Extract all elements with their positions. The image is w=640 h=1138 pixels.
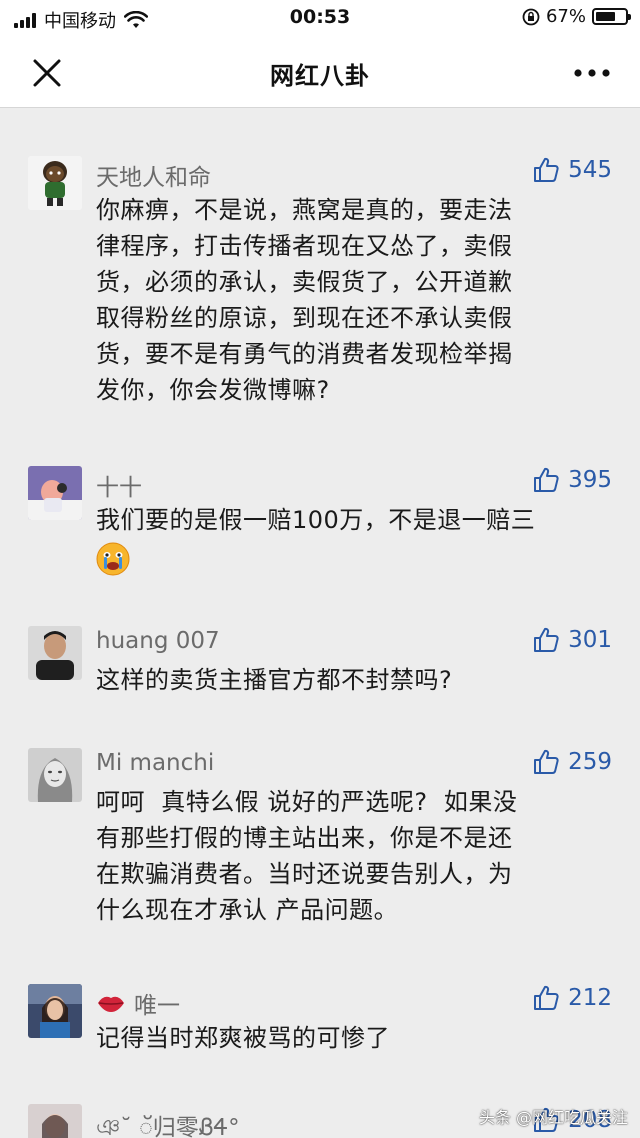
comment-text: 我们要的是假一赔100万，不是退一赔三 [96, 502, 616, 576]
like-count: 259 [568, 749, 612, 775]
comment-author[interactable]: 唯一 [96, 986, 180, 1020]
comment-line: 货，要不是有勇气的消费者发现检举揭 [96, 340, 513, 368]
comment-author[interactable]: huang 007 [96, 628, 220, 654]
comment-author[interactable]: Mi manchi [96, 750, 214, 776]
like-button[interactable]: 301 [532, 626, 612, 654]
comment-line: 我们要的是假一赔100万，不是退一赔三 [96, 506, 536, 534]
comment-text: 呵呵 真特么假 说好的严选呢? 如果没 有那些打假的博主站出来，你是不是还 在欺… [96, 784, 616, 928]
comment-line: 律程序，打击传播者现在又怂了，卖假 [96, 232, 513, 260]
battery-icon [592, 8, 631, 25]
thumbs-up-icon [534, 467, 559, 492]
avatar[interactable] [28, 748, 82, 802]
like-button[interactable]: 259 [532, 748, 612, 776]
orientation-lock-icon [522, 8, 540, 25]
comment-line: 取得粉丝的原谅，到现在还不承认卖假 [96, 304, 513, 332]
comment-author[interactable]: ঞ˘ ॅ归零ᏰᏎ° [96, 1108, 240, 1138]
watermark: 头条 @网红吃瓜关注 [478, 1108, 628, 1127]
crying-face-icon [96, 542, 130, 576]
comment-line: 在欺骗消费者。当时还说要告别人，为 [96, 860, 513, 888]
comment-author-name: 唯一 [134, 993, 180, 1019]
comment-line: 货，必须的承认，卖假货了，公开道歉 [96, 268, 513, 296]
battery-percent: 67% [545, 6, 586, 27]
page-title: 网红八卦 [270, 62, 370, 90]
avatar[interactable] [28, 984, 82, 1038]
status-bar: 中国移动 00:53 67% [0, 0, 640, 36]
like-count: 395 [568, 467, 612, 493]
like-count: 212 [568, 985, 612, 1011]
comment-line: 这样的卖货主播官方都不封禁吗? [96, 666, 453, 694]
comment-line: 发你，你会发微博嘛? [96, 376, 330, 404]
thumbs-up-icon [534, 985, 559, 1010]
like-count: 301 [568, 627, 612, 653]
thumbs-up-icon [534, 627, 559, 652]
comment-text: 你麻痹，不是说，燕窝是真的，要走法 律程序，打击传播者现在又怂了，卖假 货，必须… [96, 192, 616, 408]
status-right: 67% [522, 6, 631, 27]
like-button[interactable]: 545 [532, 156, 612, 184]
comment-line: 什么现在才承认 产品问题。 [96, 896, 399, 924]
like-count: 545 [568, 157, 612, 183]
thumbs-up-icon [534, 749, 559, 774]
more-icon[interactable] [572, 58, 612, 88]
thumbs-up-icon [534, 157, 559, 182]
comment-line: 呵呵 真特么假 说好的严选呢? 如果没 [96, 788, 518, 816]
avatar[interactable] [28, 156, 82, 210]
lips-icon [98, 996, 124, 1012]
comment-line: 记得当时郑爽被骂的可惨了 [96, 1024, 390, 1052]
comment-line: 有那些打假的博主站出来，你是不是还 [96, 824, 513, 852]
avatar[interactable] [28, 1104, 82, 1138]
like-button[interactable]: 212 [532, 984, 612, 1012]
avatar[interactable] [28, 626, 82, 680]
like-button[interactable]: 395 [532, 466, 612, 494]
comment-text: 记得当时郑爽被骂的可惨了 [96, 1020, 616, 1056]
comment-author[interactable]: 十十 [96, 468, 142, 502]
comment-line: 你麻痹，不是说，燕窝是真的，要走法 [96, 196, 513, 224]
comment-author[interactable]: 天地人和命 [96, 158, 211, 192]
nav-bar: 网红八卦 [0, 36, 640, 108]
comment-text: 这样的卖货主播官方都不封禁吗? [96, 662, 616, 698]
avatar[interactable] [28, 466, 82, 520]
